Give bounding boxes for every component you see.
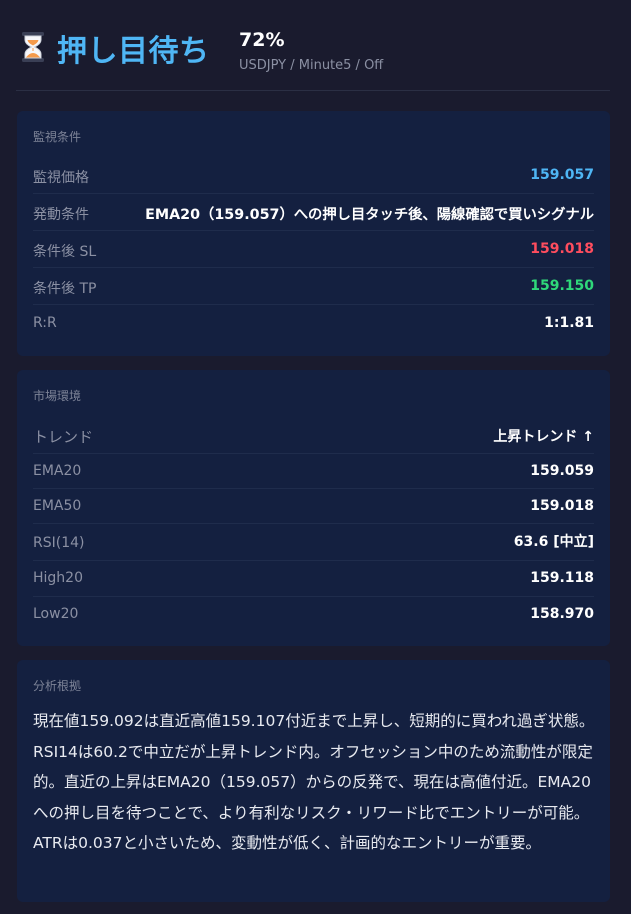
monitor-row-rr: R:R 1:1.81 [33, 304, 594, 341]
row-label: 条件後 SL [33, 244, 97, 260]
monitor-row-trigger: 発動条件 EMA20（159.057）への押し目タッチ後、陽線確認で買いシグナル [33, 193, 594, 231]
section-title: 監視条件 [33, 130, 82, 144]
row-value: 159.018 [530, 241, 594, 257]
market-row-trend: トレンド 上昇トレンド ↑ [33, 415, 594, 454]
row-label: 条件後 TP [33, 281, 97, 297]
row-value: 159.150 [530, 278, 594, 294]
row-label: Low20 [33, 606, 79, 622]
row-value: 1:1.81 [544, 315, 594, 331]
market-row-low20: Low20 158.970 [33, 596, 594, 632]
market-row-rsi: RSI(14) 63.6 [中立] [33, 523, 594, 561]
market-row-ema20: EMA20 159.059 [33, 453, 594, 489]
market-row-high20: High20 159.118 [33, 560, 594, 597]
row-label: RSI(14) [33, 535, 85, 551]
row-label: High20 [33, 570, 83, 586]
market-card: 市場環境 トレンド 上昇トレンド ↑ EMA20 159.059 EMA50 1… [17, 370, 610, 646]
row-label: R:R [33, 315, 57, 331]
row-value: 158.970 [530, 606, 594, 622]
monitor-row-price: 監視価格 159.057 [33, 156, 594, 194]
row-value: 63.6 [中立] [513, 534, 594, 550]
row-value: EMA20（159.057）への押し目タッチ後、陽線確認で買いシグナル [145, 207, 594, 223]
row-label: EMA50 [33, 498, 82, 514]
hourglass-icon [20, 31, 46, 63]
row-value: 159.057 [530, 167, 594, 183]
monitor-card: 監視条件 監視価格 159.057 発動条件 EMA20（159.057）への押… [17, 111, 610, 356]
row-label: EMA20 [33, 463, 82, 479]
section-title: 分析根拠 [33, 679, 82, 693]
confidence-value: 72% [239, 29, 285, 51]
row-label: トレンド [33, 428, 94, 446]
row-value: 159.118 [530, 570, 594, 586]
monitor-row-sl: 条件後 SL 159.018 [33, 230, 594, 268]
row-value: 159.059 [530, 463, 594, 479]
analysis-text: 現在値159.092は直近高値159.107付近まで上昇し、短期的に買われ過ぎ状… [33, 712, 595, 852]
analysis-card: 分析根拠 現在値159.092は直近高値159.107付近まで上昇し、短期的に買… [17, 660, 610, 902]
row-value: 159.018 [530, 498, 594, 514]
monitor-row-tp: 条件後 TP 159.150 [33, 267, 594, 305]
row-label: 監視価格 [33, 170, 89, 186]
section-title: 市場環境 [33, 389, 82, 403]
row-label: 発動条件 [33, 207, 89, 223]
header: 押し目待ち 72% USDJPY / Minute5 / Off [16, 0, 610, 91]
row-value: 上昇トレンド ↑ [493, 429, 594, 445]
market-row-ema50: EMA50 159.018 [33, 488, 594, 524]
page-title: 押し目待ち [57, 34, 210, 69]
symbol-info: USDJPY / Minute5 / Off [239, 58, 384, 73]
